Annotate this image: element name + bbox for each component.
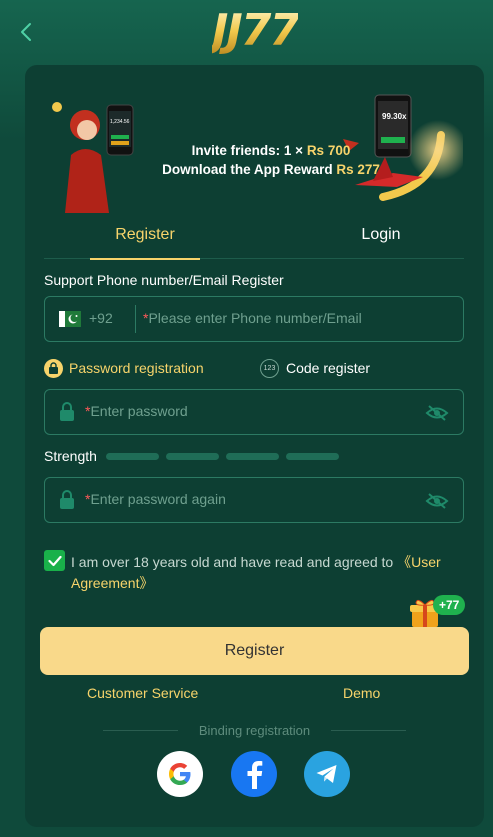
facebook-login-button[interactable] <box>231 751 277 797</box>
mode-code-option[interactable]: 123 Code register <box>260 357 370 379</box>
demo-link[interactable]: Demo <box>343 685 380 701</box>
banner-line-1: Invite friends: 1 × Rs 700 <box>191 143 351 158</box>
banner-text: Invite friends: 1 × Rs 700 Download the … <box>151 141 391 179</box>
eye-off-icon[interactable] <box>425 492 449 510</box>
mode-password-label: Password registration <box>69 360 204 376</box>
strength-label: Strength <box>44 448 97 464</box>
lock-icon <box>44 358 63 378</box>
divider-line <box>103 730 178 731</box>
google-icon <box>169 763 191 785</box>
tab-register[interactable]: Register <box>90 221 200 260</box>
auth-tabs: Register Login <box>44 215 464 260</box>
customer-service-link[interactable]: Customer Service <box>87 685 198 701</box>
google-login-button[interactable] <box>157 751 203 797</box>
lock-icon <box>60 490 74 509</box>
mode-password-option[interactable]: Password registration <box>44 357 204 379</box>
logo-text: JJ77 <box>212 5 300 56</box>
code-number-icon: 123 <box>260 358 279 378</box>
bonus-amount: +77 <box>433 595 466 615</box>
agree-checkbox[interactable] <box>44 550 65 571</box>
chevron-left-icon <box>21 23 31 41</box>
binding-label: Binding registration <box>198 723 311 738</box>
check-icon <box>47 555 62 566</box>
eye-off-icon[interactable] <box>425 404 449 422</box>
strength-segment <box>226 453 279 460</box>
agreement-text: I am over 18 years old and have read and… <box>71 554 441 591</box>
bonus-badge: +77 <box>409 593 471 631</box>
confirm-password-input[interactable]: *Enter password again <box>85 491 226 507</box>
register-panel: 1,234.56 99.30x Invite friends: 1 × Rs 7… <box>25 65 484 827</box>
phone-left-screen-text: 1,234.56 <box>110 119 130 125</box>
register-button[interactable]: Register <box>40 627 469 675</box>
banner-line-2: Download the App Reward Rs 277 <box>162 162 380 177</box>
mode-code-label: Code register <box>286 360 371 376</box>
register-section-label: Support Phone number/Email Register <box>44 272 284 288</box>
promo-banner[interactable]: 1,234.56 99.30x Invite friends: 1 × Rs 7… <box>43 85 468 213</box>
binding-divider: Binding registration <box>25 722 484 740</box>
phone-input[interactable]: *Please enter Phone number/Email <box>143 310 362 326</box>
confirm-password-field[interactable]: *Enter password again <box>44 477 464 523</box>
phone-field[interactable]: +92 *Please enter Phone number/Email <box>44 296 464 342</box>
brand-logo: JJ77 <box>188 5 322 57</box>
field-divider <box>135 305 136 333</box>
divider-line <box>331 730 406 731</box>
telegram-icon <box>316 765 337 783</box>
pilot-body <box>65 149 109 213</box>
strength-segment <box>286 453 339 460</box>
pakistan-flag-icon[interactable] <box>59 311 81 327</box>
lock-icon <box>60 402 74 421</box>
strength-segment <box>106 453 159 460</box>
country-code[interactable]: +92 <box>89 310 113 326</box>
password-input[interactable]: *Enter password <box>85 403 188 419</box>
strength-segment <box>166 453 219 460</box>
phone-right-screen-text: 99.30x <box>382 112 407 121</box>
back-button[interactable] <box>14 20 38 44</box>
password-field[interactable]: *Enter password <box>44 389 464 435</box>
facebook-icon <box>247 761 263 789</box>
telegram-login-button[interactable] <box>304 751 350 797</box>
tab-login[interactable]: Login <box>326 221 436 259</box>
